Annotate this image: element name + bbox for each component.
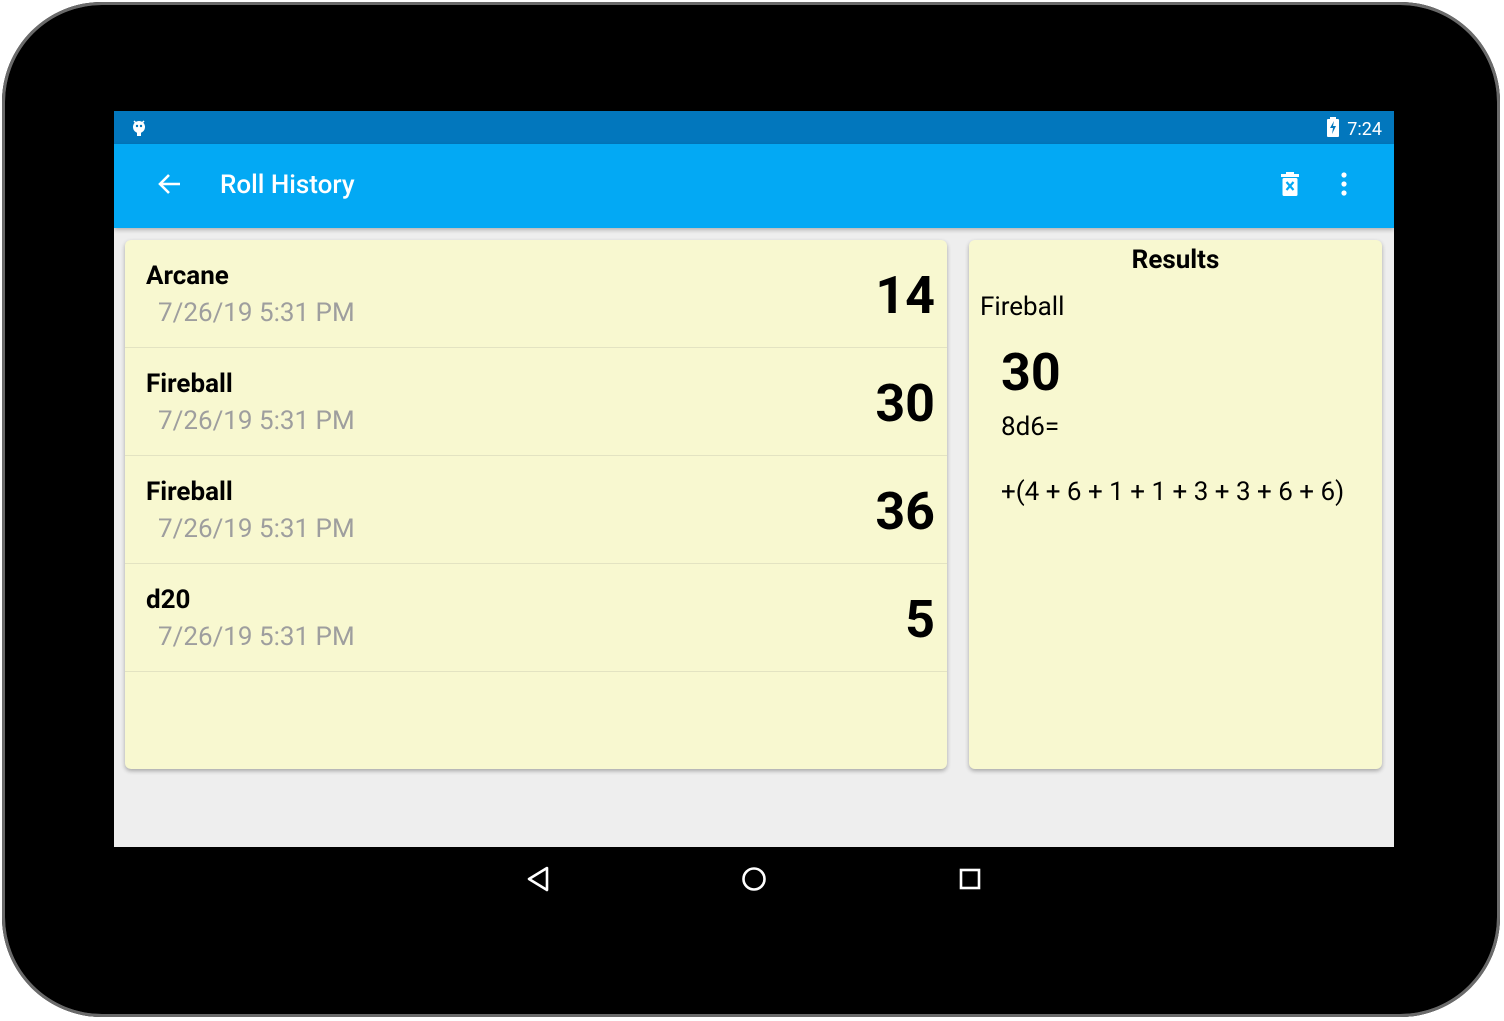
roll-name: Fireball bbox=[146, 477, 233, 507]
nav-back-button[interactable] bbox=[518, 861, 558, 901]
arrow-back-icon bbox=[157, 171, 183, 201]
clear-history-button[interactable] bbox=[1272, 168, 1308, 204]
nav-home-icon bbox=[741, 866, 767, 896]
roll-name: Fireball bbox=[146, 369, 233, 399]
page-title: Roll History bbox=[220, 170, 355, 200]
roll-name: Arcane bbox=[146, 261, 229, 291]
status-time: 7:24 bbox=[1347, 119, 1382, 140]
roll-total: 14 bbox=[875, 265, 935, 326]
more-vert-icon bbox=[1340, 171, 1348, 201]
back-button[interactable] bbox=[152, 168, 188, 204]
system-nav-bar bbox=[114, 847, 1394, 913]
results-panel: Results Fireball 30 8d6= +(4 + 6 + 1 + 1… bbox=[969, 240, 1382, 769]
nav-home-button[interactable] bbox=[734, 861, 774, 901]
roll-history-list: Arcane 7/26/19 5:31 PM 14 Fireball 7/26/… bbox=[125, 240, 947, 769]
list-item[interactable]: Fireball 7/26/19 5:31 PM 30 bbox=[125, 348, 947, 456]
roll-timestamp: 7/26/19 5:31 PM bbox=[158, 622, 355, 652]
results-roll-name: Fireball bbox=[980, 292, 1065, 322]
list-item[interactable]: Fireball 7/26/19 5:31 PM 36 bbox=[125, 456, 947, 564]
app-bar: Roll History bbox=[114, 144, 1394, 228]
list-item[interactable]: Arcane 7/26/19 5:31 PM 14 bbox=[125, 240, 947, 348]
roll-timestamp: 7/26/19 5:31 PM bbox=[158, 298, 355, 328]
nav-recents-icon bbox=[958, 867, 982, 895]
nav-recents-button[interactable] bbox=[950, 861, 990, 901]
overflow-menu-button[interactable] bbox=[1326, 168, 1362, 204]
results-title: Results bbox=[1131, 245, 1220, 275]
screen: 7:24 Roll History Arcane 7/26/19 5:31 PM… bbox=[114, 111, 1394, 847]
list-item[interactable]: d20 7/26/19 5:31 PM 5 bbox=[125, 564, 947, 672]
roll-timestamp: 7/26/19 5:31 PM bbox=[158, 514, 355, 544]
status-right: 7:24 bbox=[1327, 117, 1382, 142]
roll-total: 5 bbox=[905, 589, 935, 650]
roll-timestamp: 7/26/19 5:31 PM bbox=[158, 406, 355, 436]
status-bar: 7:24 bbox=[114, 111, 1394, 144]
delete-sweep-icon bbox=[1280, 171, 1300, 201]
nav-back-icon bbox=[525, 865, 551, 897]
roll-total: 30 bbox=[875, 373, 935, 434]
android-debug-icon bbox=[130, 119, 148, 137]
roll-name: d20 bbox=[146, 585, 191, 615]
results-total: 30 bbox=[1001, 342, 1061, 403]
battery-charging-icon bbox=[1327, 117, 1340, 142]
roll-total: 36 bbox=[875, 481, 935, 542]
results-expression: 8d6= bbox=[1001, 412, 1060, 442]
results-detail: +(4 + 6 + 1 + 1 + 3 + 3 + 6 + 6) bbox=[1001, 477, 1345, 507]
